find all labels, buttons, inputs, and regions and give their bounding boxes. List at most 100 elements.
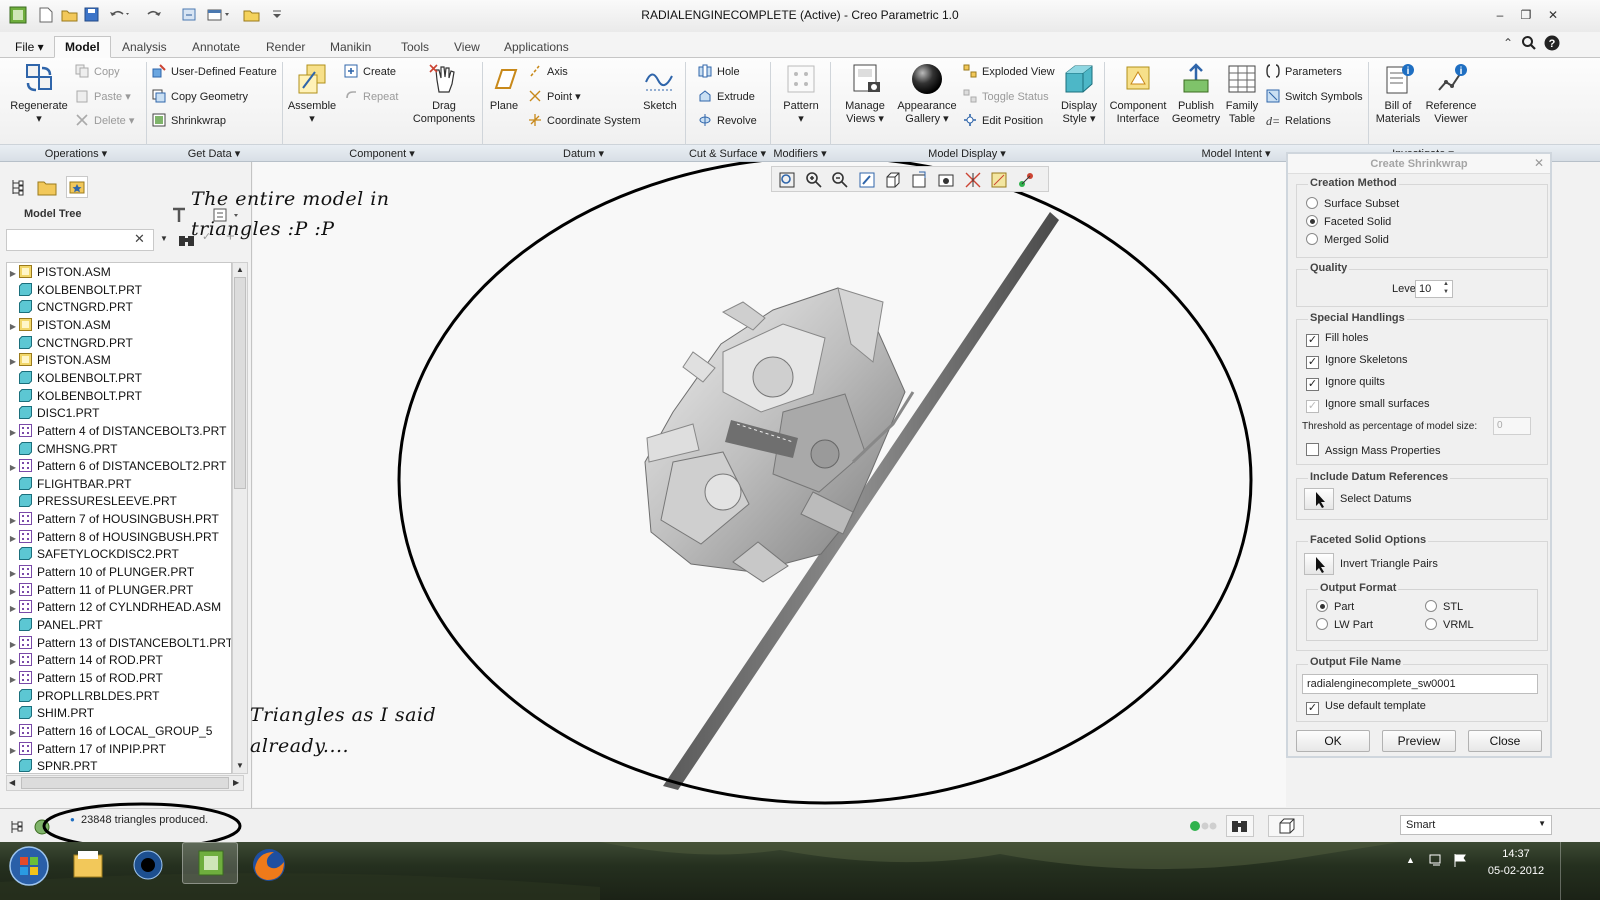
radio-lw-part[interactable] (1316, 618, 1328, 630)
find-button[interactable] (1226, 815, 1254, 837)
manage-views-button[interactable]: Manage Views ▾ (841, 62, 889, 126)
horizontal-scroll-thumb[interactable] (21, 777, 229, 789)
repeat-button[interactable]: Repeat (344, 89, 398, 105)
tree-item[interactable]: ▶ Pattern 12 of CYLNDRHEAD.ASM (7, 599, 221, 617)
axis-button[interactable]: Axis (528, 64, 568, 80)
tab-model[interactable]: Model (54, 36, 111, 58)
tree-item[interactable]: ▶ Pattern 8 of HOUSINGBUSH.PRT (7, 529, 219, 547)
scroll-up-arrow-icon[interactable]: ▲ (236, 265, 244, 274)
tab-render[interactable]: Render (255, 36, 316, 58)
tree-item[interactable]: DISC1.PRT (7, 405, 99, 423)
edit-position-button[interactable]: Edit Position (963, 113, 1043, 129)
tree-item[interactable]: KOLBENBOLT.PRT (7, 388, 142, 406)
ribbon-minimize-icon[interactable]: ⌃ (1503, 36, 1513, 50)
expand-arrow-icon[interactable]: ▶ (7, 600, 19, 618)
datum-display-filters-icon[interactable] (964, 171, 982, 192)
tab-analysis[interactable]: Analysis (111, 36, 178, 58)
paste-button[interactable]: Paste ▾ (75, 89, 131, 105)
tab-view[interactable]: View (443, 36, 491, 58)
tab-file[interactable]: File ▾ (4, 36, 55, 58)
reference-viewer-button[interactable]: i Reference Viewer (1424, 62, 1478, 126)
extrude-button[interactable]: Extrude (698, 89, 755, 105)
clear-search-icon[interactable]: ✕ (134, 231, 145, 247)
assign-mass-checkbox[interactable] (1306, 443, 1319, 456)
radio-merged-solid[interactable] (1306, 233, 1318, 245)
tree-item[interactable]: KOLBENBOLT.PRT (7, 282, 142, 300)
expand-arrow-icon[interactable]: ▶ (7, 565, 19, 583)
repaint-icon[interactable] (858, 171, 876, 192)
expand-arrow-icon[interactable]: ▶ (7, 583, 19, 601)
tree-item[interactable]: ▶ Pattern 14 of ROD.PRT (7, 652, 163, 670)
ignore-quilts-option[interactable]: ✓ Ignore quilts (1306, 376, 1385, 391)
ignore-skeletons-option[interactable]: ✓ Ignore Skeletons (1306, 354, 1408, 369)
refit-icon[interactable] (778, 171, 796, 192)
group-modifiers[interactable]: Modifiers ▾ (770, 147, 830, 160)
method-surface-subset[interactable]: Surface Subset (1306, 197, 1399, 210)
minimize-icon[interactable]: – (1492, 8, 1508, 22)
fill-holes-checkbox[interactable]: ✓ (1306, 334, 1319, 347)
user-defined-feature-button[interactable]: User-Defined Feature (152, 64, 277, 80)
tree-search-input[interactable] (6, 229, 154, 251)
ok-button[interactable]: OK (1296, 730, 1370, 752)
delete-button[interactable]: Delete ▾ (75, 113, 134, 129)
select-datums-button[interactable] (1304, 488, 1334, 510)
tree-horizontal-scrollbar[interactable]: ◀ ▶ (6, 775, 244, 791)
sketch-button[interactable]: Sketch (640, 62, 680, 113)
tab-applications[interactable]: Applications (493, 36, 580, 58)
expand-arrow-icon[interactable]: ▶ (7, 742, 19, 760)
expand-arrow-icon[interactable]: ▶ (7, 724, 19, 742)
expand-arrow-icon[interactable]: ▶ (7, 512, 19, 530)
parameters-button[interactable]: Parameters (1266, 64, 1342, 80)
tree-item[interactable]: ▶ Pattern 17 of INPIP.PRT (7, 741, 166, 759)
restore-icon[interactable]: ❐ (1518, 8, 1534, 22)
expand-arrow-icon[interactable]: ▶ (7, 353, 19, 371)
dialog-title-bar[interactable]: Create Shrinkwrap ✕ (1288, 154, 1550, 174)
annotation-display-icon[interactable] (990, 171, 1008, 192)
format-part-option[interactable]: Part (1316, 600, 1354, 613)
tree-item[interactable]: ▶ Pattern 15 of ROD.PRT (7, 670, 163, 688)
switch-symbols-button[interactable]: Switch Symbols (1266, 89, 1363, 105)
close-icon[interactable]: ✕ (1545, 8, 1561, 22)
group-operations[interactable]: Operations ▾ (6, 147, 146, 160)
copy-geometry-button[interactable]: Copy Geometry (152, 89, 248, 105)
bill-of-materials-button[interactable]: i Bill of Materials (1372, 62, 1424, 126)
tree-item[interactable]: FLIGHTBAR.PRT (7, 476, 131, 494)
component-interface-button[interactable]: Component Interface (1108, 62, 1168, 126)
radio-vrml[interactable] (1425, 618, 1437, 630)
tree-item[interactable]: ▶ PISTON.ASM (7, 352, 111, 370)
file-name-input[interactable]: radialenginecomplete_sw0001 (1302, 674, 1538, 694)
tree-item[interactable]: ▶ Pattern 10 of PLUNGER.PRT (7, 564, 194, 582)
format-vrml-option[interactable]: VRML (1425, 618, 1474, 631)
display-style-toolbar-icon[interactable] (884, 171, 902, 192)
point-button[interactable]: Point ▾ (528, 89, 581, 105)
tree-item[interactable]: SPNR.PRT (7, 758, 97, 773)
hole-button[interactable]: Hole (698, 64, 740, 80)
search-dropdown-icon[interactable]: ▼ (160, 234, 168, 243)
threshold-input[interactable]: 0 (1493, 417, 1531, 435)
tree-item[interactable]: ▶ Pattern 4 of DISTANCEBOLT3.PRT (7, 423, 226, 441)
expand-arrow-icon[interactable]: ▶ (7, 653, 19, 671)
model-tree-tab-icon[interactable] (8, 176, 30, 198)
invert-triangle-pairs-button[interactable] (1304, 553, 1334, 575)
shrinkwrap-button[interactable]: Shrinkwrap (152, 113, 226, 129)
copy-button[interactable]: Copy (75, 64, 120, 80)
favorites-tab-icon[interactable] (66, 176, 88, 198)
group-model-display[interactable]: Model Display ▾ (830, 147, 1104, 160)
ignore-small-surfaces-checkbox[interactable]: ✓ (1306, 400, 1319, 413)
navigator-toggle-icon[interactable] (8, 818, 26, 836)
use-default-template-checkbox[interactable]: ✓ (1306, 702, 1319, 715)
tree-vertical-scrollbar[interactable]: ▲ ▼ (232, 262, 248, 774)
tree-item[interactable]: PANEL.PRT (7, 617, 103, 635)
toggle-status-button[interactable]: Toggle Status (963, 89, 1049, 105)
expand-arrow-icon[interactable]: ▶ (7, 318, 19, 336)
tree-item[interactable]: CNCTNGRD.PRT (7, 299, 133, 317)
expand-arrow-icon[interactable]: ▶ (7, 424, 19, 442)
expand-arrow-icon[interactable]: ▶ (7, 459, 19, 477)
radio-faceted-solid[interactable] (1306, 215, 1318, 227)
radio-stl[interactable] (1425, 600, 1437, 612)
group-component[interactable]: Component ▾ (282, 147, 482, 160)
media-player-taskbar-icon[interactable] (130, 847, 166, 883)
plane-button[interactable]: Plane (486, 62, 522, 113)
zoom-out-icon[interactable] (831, 171, 849, 192)
tree-item[interactable]: ▶ Pattern 11 of PLUNGER.PRT (7, 582, 193, 600)
